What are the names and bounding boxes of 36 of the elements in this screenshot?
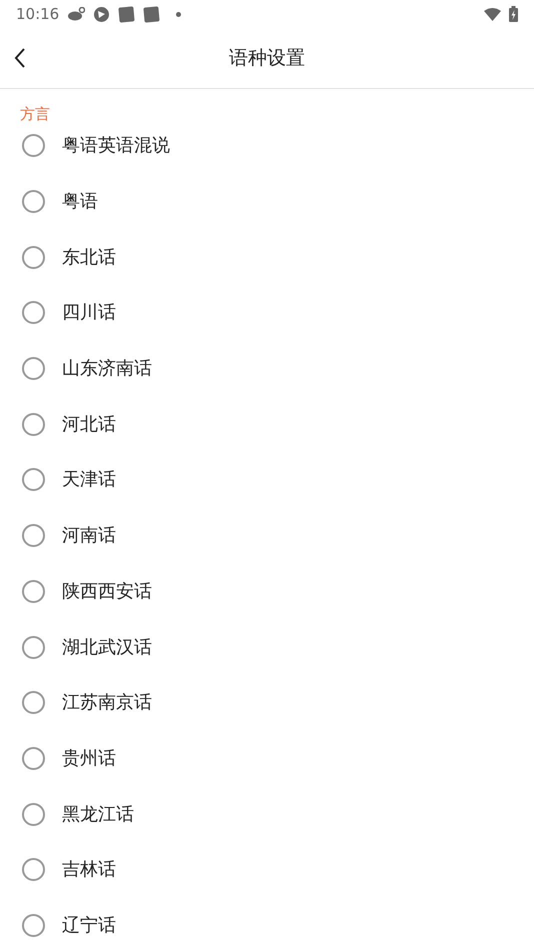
radio-button[interactable] [22, 802, 45, 826]
radio-button[interactable] [22, 691, 45, 714]
option-label: 粤语英语混说 [62, 134, 170, 158]
radio-button[interactable] [22, 134, 45, 158]
option-label: 天津话 [62, 468, 116, 492]
radio-button[interactable] [22, 524, 45, 548]
section-title: 方言 [20, 104, 50, 125]
status-time: 10:16 [16, 4, 60, 25]
option-label: 河南话 [62, 524, 116, 548]
radio-button[interactable] [22, 746, 45, 770]
radio-button[interactable] [22, 357, 45, 380]
option-label: 贵州话 [62, 746, 116, 771]
option-label: 河北话 [62, 412, 116, 437]
option-label: 粤语 [62, 190, 98, 214]
dot-icon [176, 12, 182, 16]
radio-button[interactable] [22, 412, 45, 436]
page-title: 语种设置 [229, 46, 305, 71]
radio-button[interactable] [22, 301, 45, 324]
radio-button[interactable] [22, 468, 45, 492]
radio-button[interactable] [22, 858, 45, 882]
option-label: 四川话 [62, 301, 116, 326]
radio-button[interactable] [22, 246, 45, 269]
option-label: 吉林话 [62, 858, 116, 882]
option-label: 江苏南京话 [62, 691, 152, 716]
radio-button[interactable] [22, 914, 45, 937]
option-label: 山东济南话 [62, 357, 152, 382]
battery-icon [509, 6, 518, 22]
wifi-icon [484, 8, 501, 20]
option-label: 辽宁话 [62, 914, 116, 938]
option-label: 东北话 [62, 246, 116, 270]
option-label: 湖北武汉话 [62, 636, 152, 660]
option-label: 陕西西安话 [62, 580, 152, 604]
radio-button[interactable] [22, 190, 45, 214]
radio-button[interactable] [22, 580, 45, 603]
option-label: 黑龙江话 [62, 802, 134, 827]
radio-button[interactable] [22, 636, 45, 659]
